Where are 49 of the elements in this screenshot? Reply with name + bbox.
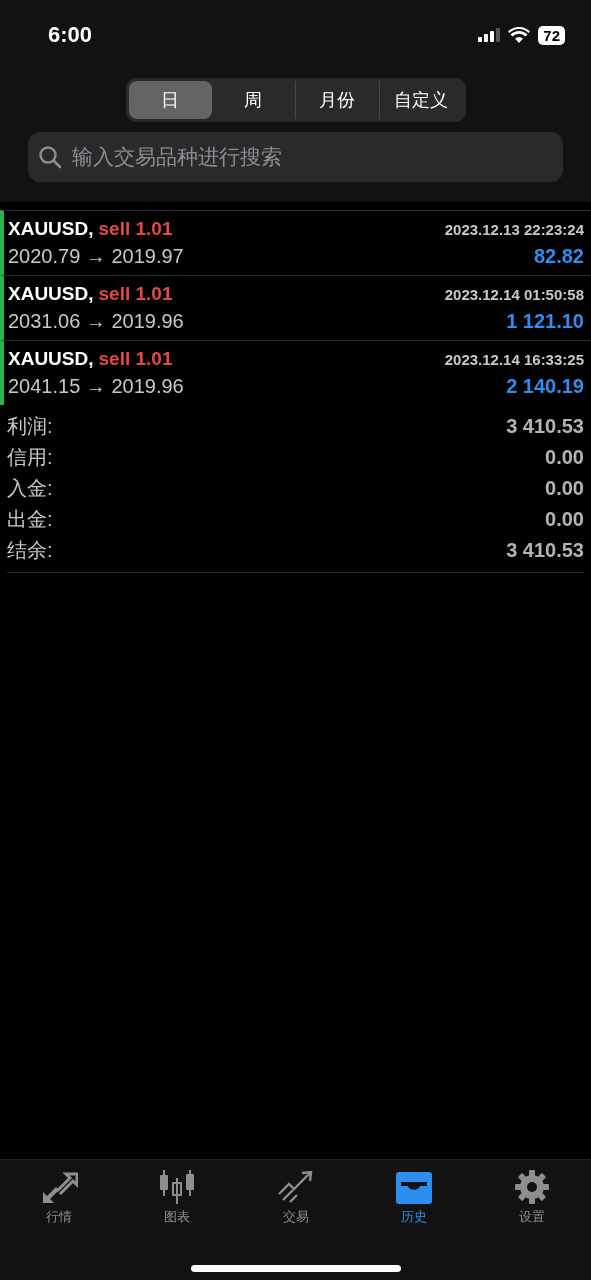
trade-profit: 1 121.10 [506,310,584,334]
period-tab[interactable]: 月份 [294,81,379,119]
summary-label: 入金: [7,476,53,501]
battery-level: 72 [538,25,565,45]
trade-row[interactable]: XAUUSD, sell 1.01 2023.12.13 22:23:24 2020.79 → 2019.97 82.82 [0,210,591,275]
status-time: 6:00 [48,22,93,48]
trade-row[interactable]: XAUUSD, sell 1.01 2023.12.14 01:50:58 2031.06 → 2019.96 1 121.10 [0,275,591,340]
trade-side: sell 1.01 [98,347,173,370]
settings-icon [512,1170,551,1204]
summary-value: 3 410.53 [506,539,584,562]
trade-prices: 2031.06 → 2019.96 [8,310,184,334]
period-tab[interactable]: 日 [128,81,212,119]
summary-value: 0.00 [545,446,584,469]
period-tab[interactable]: 周 [211,81,295,119]
trade-profit: 2 140.19 [506,375,584,399]
trade-time: 2023.12.14 16:33:25 [444,350,584,368]
signal-icon [478,28,501,42]
tab-bar-item[interactable]: 历史 [354,1170,473,1226]
trade-profit: 82.82 [533,245,584,269]
tab-bar-item[interactable]: 行情 [0,1170,119,1226]
trade-row[interactable]: XAUUSD, sell 1.01 2023.12.14 16:33:25 2041.15 → 2019.96 2 140.19 [0,340,591,405]
trade-symbol: XAUUSD, [8,217,94,240]
search-field[interactable]: 输入交易品种进行搜索 [70,144,553,170]
trade-time: 2023.12.13 22:23:24 [444,220,584,238]
trade-symbol: XAUUSD, [8,282,94,305]
summary-label: 出金: [7,507,53,532]
summary-label: 结余: [7,538,53,563]
summary-label: 信用: [7,445,53,470]
candlestick-icon [158,1170,197,1204]
trade-symbol: XAUUSD, [8,347,94,370]
trade-side: sell 1.01 [98,282,173,305]
diagonal-arrows-icon [40,1170,79,1204]
summary-value: 0.00 [545,477,584,500]
inbox-icon [394,1170,433,1204]
tab-bar-item[interactable]: 交易 [236,1170,355,1226]
summary-value: 3 410.53 [506,415,584,438]
trend-arrow-icon [276,1170,315,1204]
trade-side: sell 1.01 [98,217,173,240]
search-icon [38,145,62,169]
summary-value: 0.00 [545,508,584,531]
trade-prices: 2041.15 → 2019.96 [8,375,184,399]
tab-bar-item[interactable]: 设置 [472,1170,591,1226]
trade-time: 2023.12.14 01:50:58 [444,285,584,303]
wifi-icon [508,27,531,43]
search-bar[interactable]: 输入交易品种进行搜索 [28,132,563,182]
period-tab[interactable]: 自定义 [378,81,463,119]
tab-bar-item[interactable]: 图表 [118,1170,237,1226]
summary-label: 利润: [7,414,53,439]
trade-prices: 2020.79 → 2019.97 [8,245,184,269]
